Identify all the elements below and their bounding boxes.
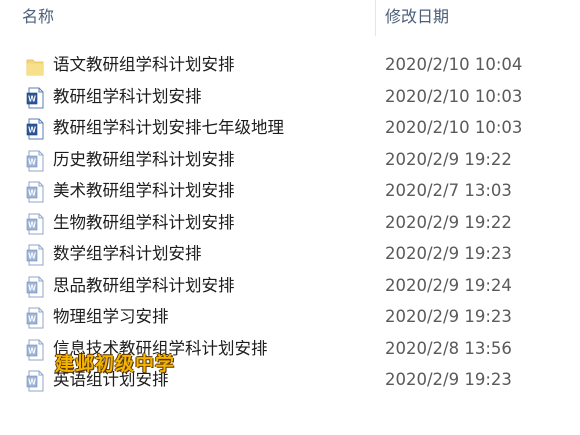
svg-text:W: W (28, 252, 36, 261)
word-document-icon: W (26, 307, 44, 329)
file-modified-date: 2020/2/10 10:03 (385, 118, 523, 137)
column-header-bar: 名称 修改日期 (0, 0, 580, 38)
file-list: 语文教研组学科计划安排 2020/2/10 10:04 W 教研组学科计划安排 2020… (0, 50, 580, 397)
svg-text:W: W (28, 189, 36, 198)
svg-text:W: W (28, 346, 36, 355)
file-row[interactable]: W 生物教研组学科计划安排 2020/2/9 19:22 (0, 208, 580, 240)
svg-text:W: W (28, 283, 36, 292)
word-document-icon: W (26, 118, 44, 140)
file-modified-date: 2020/2/9 19:22 (385, 212, 512, 232)
file-explorer: 名称 修改日期 语文教研组学科计划安排 2020/2/10 10:04 W 教研组学科… (0, 0, 580, 435)
svg-text:W: W (28, 315, 36, 324)
file-row[interactable]: W 物理组学习安排 2020/2/9 19:23 (0, 302, 580, 334)
file-modified-date: 2020/2/9 19:23 (385, 307, 512, 326)
svg-text:W: W (28, 220, 36, 229)
file-row[interactable]: W 美术教研组学科计划安排 2020/2/7 13:03 (0, 176, 580, 208)
column-divider[interactable] (375, 0, 376, 36)
word-document-icon: W (26, 244, 44, 266)
file-name: 物理组学习安排 (53, 307, 169, 326)
file-modified-date: 2020/2/10 10:04 (385, 55, 523, 74)
file-name: 教研组学科计划安排七年级地理 (53, 118, 284, 137)
folder-row[interactable]: 语文教研组学科计划安排 2020/2/10 10:04 (0, 50, 580, 82)
svg-text:W: W (28, 378, 36, 387)
svg-text:W: W (28, 157, 36, 166)
file-modified-date: 2020/2/8 13:56 (385, 338, 512, 358)
file-name: 思品教研组学科计划安排 (53, 275, 235, 295)
word-document-icon: W (26, 213, 44, 235)
file-row[interactable]: W 数学组学科计划安排 2020/2/9 19:23 (0, 239, 580, 271)
word-document-icon: W (26, 276, 44, 298)
column-header-date[interactable]: 修改日期 (385, 5, 449, 29)
file-modified-date: 2020/2/9 19:24 (385, 275, 512, 295)
column-header-name[interactable]: 名称 (22, 5, 54, 29)
word-document-icon: W (26, 87, 44, 109)
file-modified-date: 2020/2/9 19:23 (385, 244, 512, 263)
file-row[interactable]: W 思品教研组学科计划安排 2020/2/9 19:24 (0, 271, 580, 303)
file-name: 教研组学科计划安排 (53, 86, 202, 106)
word-document-icon: W (26, 370, 44, 392)
svg-text:W: W (28, 94, 36, 103)
folder-icon (26, 55, 44, 77)
file-name: 语文教研组学科计划安排 (53, 55, 235, 74)
word-document-icon: W (26, 181, 44, 203)
file-name: 历史教研组学科计划安排 (53, 149, 235, 169)
file-name: 生物教研组学科计划安排 (53, 212, 235, 232)
file-row[interactable]: W 教研组学科计划安排七年级地理 2020/2/10 10:03 (0, 113, 580, 145)
file-name: 数学组学科计划安排 (53, 244, 202, 263)
word-document-icon: W (26, 339, 44, 361)
watermark: 建邺初级中学 (55, 353, 176, 375)
file-name: 美术教研组学科计划安排 (53, 181, 235, 200)
file-modified-date: 2020/2/10 10:03 (385, 86, 523, 106)
file-modified-date: 2020/2/7 13:03 (385, 181, 512, 200)
word-document-icon: W (26, 150, 44, 172)
file-row[interactable]: W 历史教研组学科计划安排 2020/2/9 19:22 (0, 145, 580, 177)
file-row[interactable]: W 教研组学科计划安排 2020/2/10 10:03 (0, 82, 580, 114)
file-modified-date: 2020/2/9 19:22 (385, 149, 512, 169)
svg-text:W: W (28, 126, 36, 135)
file-modified-date: 2020/2/9 19:23 (385, 370, 512, 389)
